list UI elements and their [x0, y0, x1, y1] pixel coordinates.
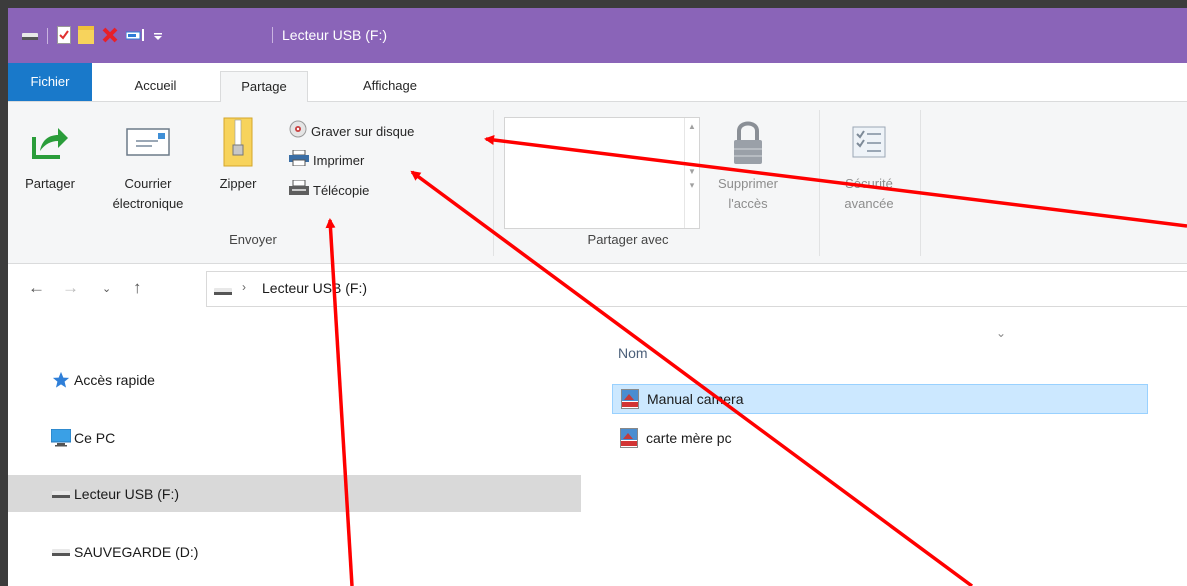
share-with-scrollbar[interactable]: ▲ ▼ ▾ — [684, 118, 699, 228]
customize-toolbar-chevron-icon[interactable] — [153, 29, 163, 44]
rename-icon[interactable] — [125, 28, 146, 45]
disc-icon — [289, 120, 307, 143]
explorer-window: Lecteur USB (F:) Fichier Accueil Partage… — [8, 8, 1187, 586]
properties-icon[interactable] — [57, 25, 71, 47]
window-title: Lecteur USB (F:) — [282, 27, 388, 43]
share-button[interactable]: Partager — [14, 110, 86, 194]
file-row[interactable]: Manual camera — [612, 384, 1148, 414]
forward-arrow-icon[interactable]: → — [62, 278, 79, 298]
address-bar[interactable]: › Lecteur USB (F:) — [206, 271, 1187, 307]
pdf-file-icon — [621, 389, 639, 409]
zip-button[interactable]: Zipper — [208, 110, 268, 194]
breadcrumb-chevron-icon[interactable]: › — [242, 280, 246, 294]
share-with-list[interactable]: ▲ ▼ ▾ — [504, 117, 700, 229]
tab-fichier[interactable]: Fichier — [8, 63, 92, 101]
tab-partage[interactable]: Partage — [220, 71, 308, 103]
pdf-file-icon — [620, 428, 638, 448]
nav-item-quick-access[interactable]: Accès rapide — [8, 361, 581, 398]
quick-access-toolbar — [22, 25, 163, 47]
file-list: ⌄ Nom Manual camera carte mère pc — [582, 313, 1187, 586]
star-icon — [48, 371, 74, 389]
tab-affichage[interactable]: Affichage — [345, 71, 435, 100]
drive-icon[interactable] — [22, 29, 38, 44]
nav-item-sauvegarde[interactable]: SAUVEGARDE (D:) — [8, 533, 581, 570]
email-button[interactable]: Courrier électronique — [100, 110, 196, 214]
monitor-icon — [48, 428, 74, 447]
file-row[interactable]: carte mère pc — [612, 424, 1146, 452]
drive-icon — [214, 284, 232, 299]
advanced-security-button[interactable]: Sécurité avancée — [824, 110, 914, 214]
title-bar: Lecteur USB (F:) — [8, 8, 1187, 63]
address-bar-row: ← → ⌄ ↑ › Lecteur USB (F:) — [8, 266, 1187, 312]
print-button[interactable]: Imprimer — [289, 149, 364, 171]
checklist-icon — [824, 110, 914, 174]
new-folder-icon[interactable] — [78, 25, 94, 47]
zip-folder-icon — [208, 110, 268, 174]
column-header-name[interactable]: Nom — [618, 345, 648, 361]
drive-icon — [48, 489, 74, 499]
navigation-pane: Accès rapide Ce PC Lecteur USB (F:) SAUV… — [8, 313, 582, 586]
burn-disc-button[interactable]: Graver sur disque — [289, 120, 414, 143]
remove-access-button[interactable]: Supprimer l'accès — [708, 110, 788, 214]
nav-item-this-pc[interactable]: Ce PC — [8, 419, 581, 456]
group-label-partager-avec: Partager avec — [587, 232, 669, 247]
printer-icon — [289, 149, 309, 171]
lock-icon — [708, 110, 788, 174]
ribbon: Partager Courrier électronique Zipper Gr… — [8, 102, 1187, 264]
nav-item-usb-drive[interactable]: Lecteur USB (F:) — [8, 475, 581, 512]
drive-icon — [48, 547, 74, 557]
group-label-envoyer: Envoyer — [229, 232, 277, 247]
email-icon — [100, 110, 196, 174]
delete-icon[interactable] — [101, 26, 119, 47]
share-icon — [14, 110, 86, 174]
fax-button[interactable]: Télécopie — [289, 179, 369, 201]
recent-locations-chevron-icon[interactable]: ⌄ — [102, 282, 111, 295]
back-arrow-icon[interactable]: ← — [28, 278, 45, 298]
fax-icon — [289, 179, 309, 201]
sort-chevron-icon[interactable]: ⌄ — [996, 326, 1006, 340]
tab-accueil[interactable]: Accueil — [118, 71, 193, 100]
breadcrumb-current[interactable]: Lecteur USB (F:) — [262, 280, 367, 296]
up-arrow-icon[interactable]: ↑ — [133, 278, 142, 298]
ribbon-tabs: Fichier Accueil Partage Affichage — [8, 63, 1187, 103]
